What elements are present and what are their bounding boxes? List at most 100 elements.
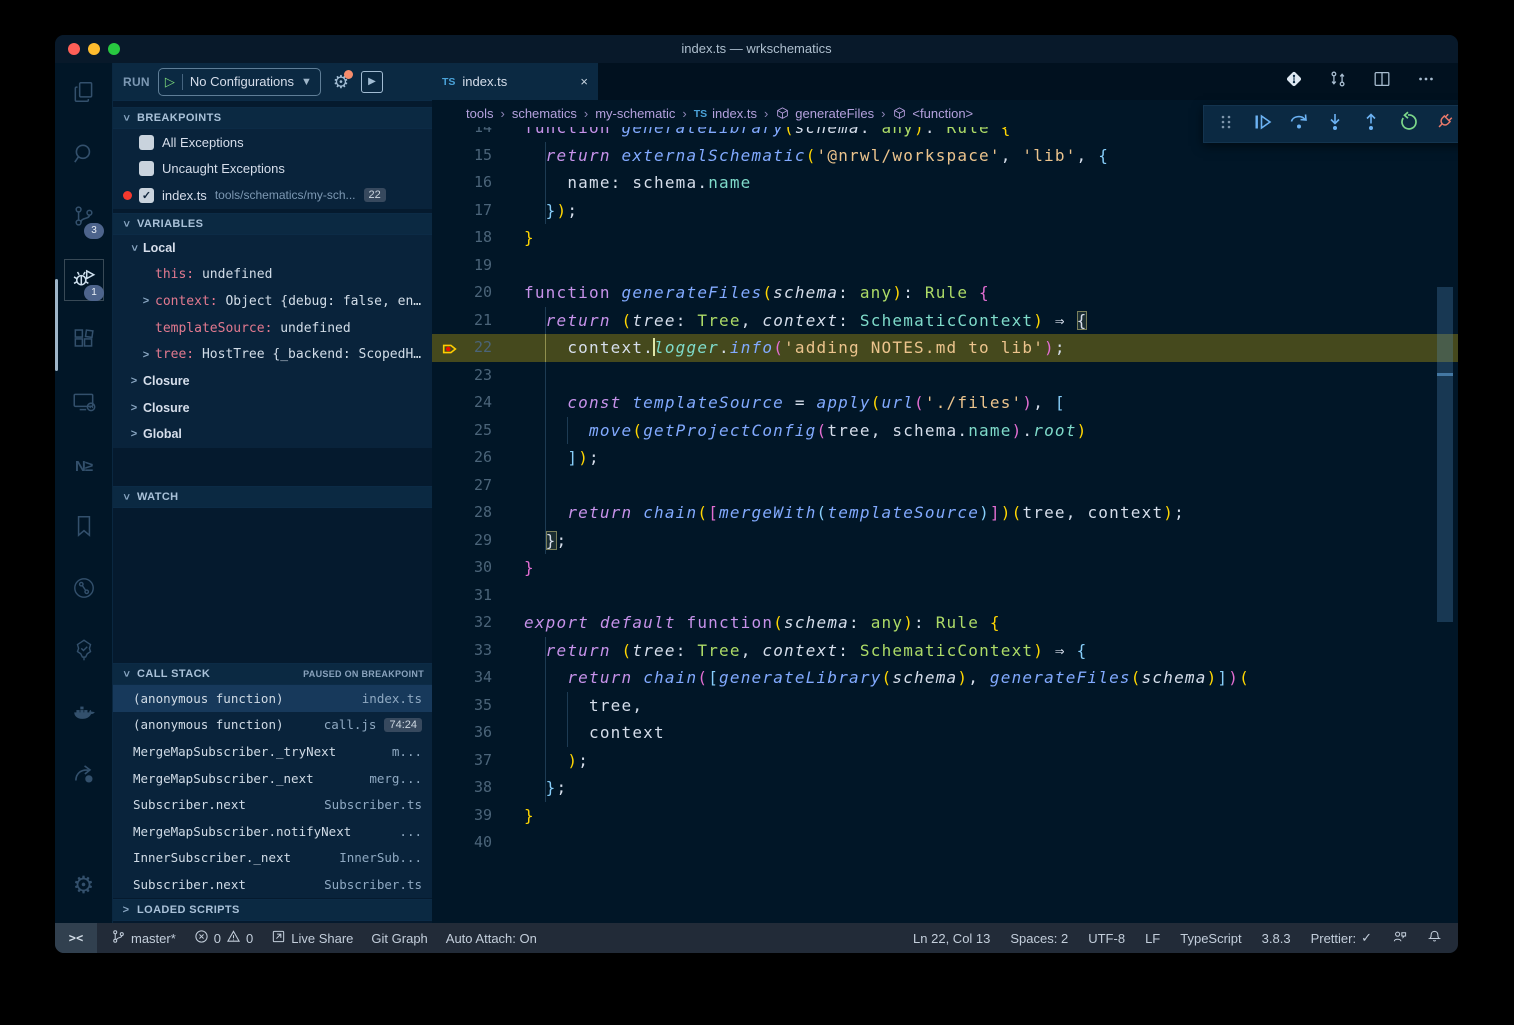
- line-number[interactable]: 30: [432, 554, 492, 582]
- breakpoint-checkbox[interactable]: [139, 161, 154, 176]
- breadcrumb-item[interactable]: <function>: [892, 106, 973, 121]
- call-stack-frame[interactable]: MergeMapSubscriber._tryNextm...: [113, 738, 432, 765]
- expand-chevron[interactable]: >: [129, 402, 139, 414]
- cursor-position-status[interactable]: Ln 22, Col 13: [913, 931, 990, 946]
- sidebar-item-bookmarks[interactable]: [55, 497, 112, 559]
- variables-scope[interactable]: >Local: [113, 235, 432, 262]
- git-graph-status[interactable]: Git Graph: [371, 931, 427, 946]
- code-line[interactable]: 25 move(getProjectConfig(tree, schema.na…: [432, 417, 1458, 445]
- code-line[interactable]: 28 return chain([mergeWith(templateSourc…: [432, 499, 1458, 527]
- close-tab-icon[interactable]: ×: [580, 74, 588, 89]
- code-line[interactable]: 15 return externalSchematic('@nrwl/works…: [432, 142, 1458, 170]
- code-line[interactable]: 36 context: [432, 719, 1458, 747]
- breakpoint-checkbox[interactable]: ✓: [139, 188, 154, 203]
- gitlens-open-changes-icon[interactable]: [1284, 69, 1304, 94]
- code-editor[interactable]: 14function generateLibrary(schema: any):…: [432, 127, 1458, 923]
- prettier-status[interactable]: Prettier: ✓: [1311, 930, 1372, 946]
- line-number[interactable]: 29: [432, 527, 492, 555]
- restart-button[interactable]: [1397, 111, 1419, 138]
- breadcrumb-item[interactable]: schematics: [512, 106, 577, 121]
- breakpoint-checkbox[interactable]: [139, 135, 154, 150]
- encoding-status[interactable]: UTF-8: [1088, 931, 1125, 946]
- code-line[interactable]: 34 return chain([generateLibrary(schema)…: [432, 664, 1458, 692]
- code-line[interactable]: 40: [432, 829, 1458, 857]
- sidebar-item-remote-explorer[interactable]: [55, 373, 112, 435]
- code-line[interactable]: 17 });: [432, 197, 1458, 225]
- line-number[interactable]: 33: [432, 637, 492, 665]
- live-share-status[interactable]: Live Share: [271, 929, 353, 947]
- code-line[interactable]: 31: [432, 582, 1458, 610]
- code-line[interactable]: 32export default function(schema: any): …: [432, 609, 1458, 637]
- sidebar-item-explorer[interactable]: [55, 63, 112, 125]
- code-line[interactable]: 35 tree,: [432, 692, 1458, 720]
- line-number[interactable]: 36: [432, 719, 492, 747]
- expand-chevron[interactable]: >: [141, 295, 151, 307]
- line-number[interactable]: 37: [432, 747, 492, 775]
- problems-status[interactable]: 0 0: [194, 929, 253, 947]
- call-stack-frame[interactable]: Subscriber.nextSubscriber.ts: [113, 791, 432, 818]
- code-line[interactable]: 22 context.logger.info('adding NOTES.md …: [432, 334, 1458, 362]
- code-line[interactable]: 27: [432, 472, 1458, 500]
- code-line[interactable]: 37 );: [432, 747, 1458, 775]
- remote-indicator[interactable]: ><: [55, 923, 97, 953]
- call-stack-frame[interactable]: MergeMapSubscriber._nextmerg...: [113, 765, 432, 792]
- call-stack-section-header[interactable]: > CALL STACK PAUSED ON BREAKPOINT: [113, 663, 432, 685]
- code-line[interactable]: 19: [432, 252, 1458, 280]
- git-branch-status[interactable]: master*: [111, 929, 176, 947]
- code-line[interactable]: 33 return (tree: Tree, context: Schemati…: [432, 637, 1458, 665]
- line-number[interactable]: 17: [432, 197, 492, 225]
- toolbar-drag-handle[interactable]: [1215, 111, 1237, 138]
- breakpoint-item[interactable]: ✓index.tstools/schematics/my-sch...22: [113, 182, 432, 209]
- line-number[interactable]: 20: [432, 279, 492, 307]
- expand-chevron[interactable]: >: [128, 243, 140, 253]
- call-stack-frame[interactable]: MergeMapSubscriber.notifyNext...: [113, 818, 432, 845]
- code-line[interactable]: 29 };: [432, 527, 1458, 555]
- variable-item[interactable]: templateSource: undefined: [113, 315, 432, 342]
- loaded-scripts-section-header[interactable]: > LOADED SCRIPTS: [113, 899, 432, 921]
- code-line[interactable]: 30}: [432, 554, 1458, 582]
- line-number[interactable]: 35: [432, 692, 492, 720]
- variables-scope[interactable]: >Closure: [113, 395, 432, 422]
- line-number[interactable]: 26: [432, 444, 492, 472]
- sidebar-item-deploy[interactable]: [55, 745, 112, 807]
- breadcrumb-item[interactable]: generateFiles: [775, 106, 874, 121]
- typescript-version-status[interactable]: 3.8.3: [1262, 931, 1291, 946]
- feedback-button[interactable]: [1392, 929, 1407, 947]
- debug-console-button[interactable]: ▶: [361, 71, 383, 93]
- step-into-button[interactable]: [1324, 111, 1346, 138]
- step-out-button[interactable]: [1360, 111, 1382, 138]
- start-debug-icon[interactable]: ▷: [165, 74, 175, 90]
- tab-index-ts[interactable]: TS index.ts ×: [432, 63, 598, 100]
- sidebar-item-testing[interactable]: [55, 621, 112, 683]
- breakpoint-item[interactable]: All Exceptions: [113, 129, 432, 156]
- indentation-status[interactable]: Spaces: 2: [1010, 931, 1068, 946]
- line-number[interactable]: 16: [432, 169, 492, 197]
- variable-item[interactable]: this: undefined: [113, 262, 432, 289]
- compare-changes-icon[interactable]: [1328, 69, 1348, 94]
- line-number[interactable]: 27: [432, 472, 492, 500]
- call-stack-frame[interactable]: InnerSubscriber._nextInnerSub...: [113, 845, 432, 872]
- variables-scope[interactable]: >Global: [113, 421, 432, 448]
- breadcrumb-item[interactable]: TSindex.ts: [694, 106, 757, 121]
- line-number[interactable]: 40: [432, 829, 492, 857]
- code-line[interactable]: 24 const templateSource = apply(url('./f…: [432, 389, 1458, 417]
- line-number[interactable]: 25: [432, 417, 492, 445]
- scrollbar-thumb[interactable]: [1437, 287, 1453, 622]
- code-line[interactable]: 23: [432, 362, 1458, 390]
- code-line[interactable]: 26 ]);: [432, 444, 1458, 472]
- manage-button[interactable]: ⚙: [55, 855, 112, 917]
- code-line[interactable]: 16 name: schema.name: [432, 169, 1458, 197]
- line-number[interactable]: 19: [432, 252, 492, 280]
- sidebar-item-search[interactable]: [55, 125, 112, 187]
- expand-chevron[interactable]: >: [129, 375, 139, 387]
- step-over-button[interactable]: [1288, 111, 1310, 138]
- breakpoint-item[interactable]: Uncaught Exceptions: [113, 156, 432, 183]
- more-actions-icon[interactable]: [1416, 69, 1436, 94]
- line-number[interactable]: 39: [432, 802, 492, 830]
- split-editor-icon[interactable]: [1372, 69, 1392, 94]
- call-stack-frame[interactable]: (anonymous function)call.js74:24: [113, 712, 432, 739]
- language-mode-status[interactable]: TypeScript: [1180, 931, 1241, 946]
- sidebar-item-run-debug[interactable]: 1: [55, 249, 112, 311]
- line-number[interactable]: 32: [432, 609, 492, 637]
- line-number[interactable]: 31: [432, 582, 492, 610]
